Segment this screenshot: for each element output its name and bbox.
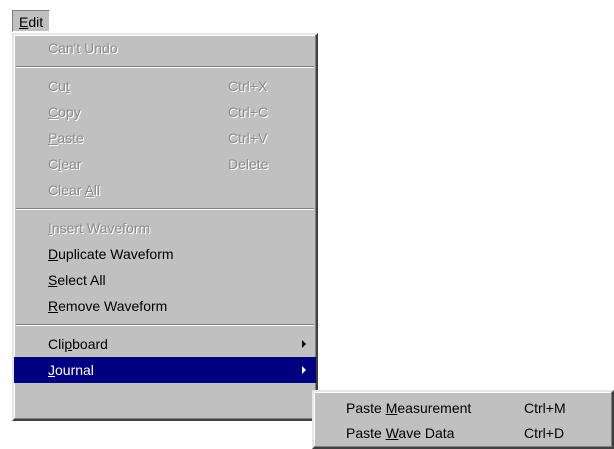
menu-item-label: Paste: [48, 130, 84, 146]
menu-item-shortcut: Ctrl+V: [228, 130, 268, 146]
menu-item-label: Clipboard: [48, 336, 108, 352]
edit-menu: Can't Undo Cut Ctrl+X Copy Ctrl+C Paste …: [12, 33, 318, 421]
menu-item-label: Journal: [48, 362, 94, 378]
menu-item-label: Cut: [48, 78, 70, 94]
menu-item-label: Clear All: [48, 182, 101, 198]
menu-separator: [16, 324, 314, 326]
menu-item-clear[interactable]: Clear Delete: [14, 151, 316, 177]
submenu-item-paste-wave-data[interactable]: Paste Wave Data Ctrl+D: [314, 421, 612, 446]
submenu-item-shortcut: Ctrl+D: [524, 425, 565, 441]
journal-submenu: Paste Measurement Ctrl+M Paste Wave Data…: [312, 390, 614, 449]
submenu-arrow-icon: [302, 340, 306, 348]
submenu-item-shortcut: Ctrl+M: [524, 400, 566, 416]
menu-item-shortcut: Ctrl+C: [228, 104, 269, 120]
submenu-arrow-icon: [302, 366, 306, 374]
menu-separator: [16, 66, 314, 68]
menu-item-journal[interactable]: Journal: [14, 357, 316, 383]
menu-item-cut[interactable]: Cut Ctrl+X: [14, 73, 316, 99]
menu-item-cant-undo[interactable]: Can't Undo: [14, 35, 316, 61]
menu-item-shortcut: Delete: [228, 156, 269, 172]
screen: Edit Can't Undo Cut Ctrl+X Copy Ctrl+C P…: [0, 0, 614, 449]
menu-item-paste[interactable]: Paste Ctrl+V: [14, 125, 316, 151]
submenu-item-label: Paste Wave Data: [346, 425, 455, 441]
menubar-edit-label: dit: [28, 14, 44, 30]
menu-item-clear-all[interactable]: Clear All: [14, 177, 316, 203]
menu-separator: [16, 208, 314, 210]
menubar-edit[interactable]: Edit: [12, 10, 51, 32]
menu-item-label: Copy: [48, 104, 81, 120]
menu-item-label: Clear: [48, 156, 82, 172]
menu-item-insert-waveform[interactable]: Insert Waveform: [14, 215, 316, 241]
menu-item-clipboard[interactable]: Clipboard: [14, 331, 316, 357]
menu-item-label: Select All: [48, 272, 106, 288]
menu-item-duplicate-waveform[interactable]: Duplicate Waveform: [14, 241, 316, 267]
menu-item-label: Can't Undo: [48, 40, 118, 56]
submenu-item-label: Paste Measurement: [346, 400, 472, 416]
menu-item-label: Remove Waveform: [48, 298, 168, 314]
menu-item-label: Insert Waveform: [48, 220, 151, 236]
menu-item-select-all[interactable]: Select All: [14, 267, 316, 293]
menu-item-copy[interactable]: Copy Ctrl+C: [14, 99, 316, 125]
submenu-item-paste-measurement[interactable]: Paste Measurement Ctrl+M: [314, 396, 612, 421]
menu-item-remove-waveform[interactable]: Remove Waveform: [14, 293, 316, 319]
menu-item-shortcut: Ctrl+X: [228, 78, 268, 94]
menubar-edit-mnemonic: E: [19, 14, 29, 30]
menu-item-label: Duplicate Waveform: [48, 246, 174, 262]
